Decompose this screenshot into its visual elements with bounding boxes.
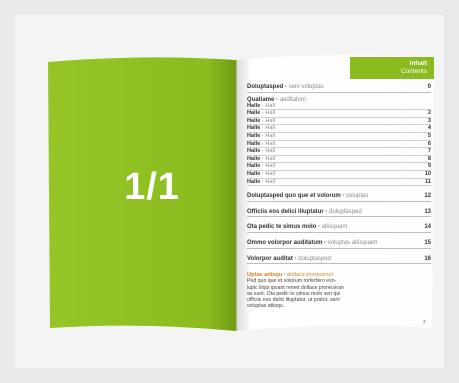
- toc-subentry-title: Halle: [247, 110, 261, 117]
- toc-entry-page: 12: [424, 193, 431, 200]
- toc-subentry: Halle · Hall 7: [247, 148, 431, 156]
- toc-subentry: Halle · Hall 9: [247, 163, 431, 171]
- toc-entry-page: 13: [424, 208, 431, 215]
- toc-entry-subtitle: atiisquam: [321, 224, 348, 231]
- toc-subentry-title: Halle: [247, 132, 261, 139]
- toc-entry-title: Doluptasped: [247, 84, 284, 90]
- toc-entry: Doluptasped quo que et volorum · volupta…: [247, 193, 431, 202]
- toc-subentry-subtitle: Hall: [265, 117, 275, 124]
- note-title-sub: dollace proreceruri: [287, 272, 334, 278]
- toc-entries: Doluptasped quo que et volorum · volupta…: [247, 193, 431, 265]
- toc-group-subtitle: auditatum: [279, 96, 307, 103]
- toc-entry-page: 0: [427, 84, 431, 90]
- toc-subentry-title: Halle: [247, 155, 261, 162]
- page-fraction-label: 1/1: [124, 166, 180, 208]
- note-body: Ped quo que et volorum rorferfero evo-lu…: [247, 278, 367, 309]
- toc-entry-page: 16: [424, 255, 431, 262]
- note-line: voluptas atiisqu.: [247, 303, 285, 310]
- toc-subentry: Halle · Hall: [247, 103, 431, 111]
- note-title-main: Uptas atiisqu: [247, 272, 283, 278]
- toc-subentry: Halle · Hall 3: [247, 117, 431, 126]
- toc-entry-subtitle: seni voluptas: [288, 84, 324, 90]
- toc-entry-subtitle: voluptas: [346, 193, 369, 200]
- toc-entry-title: Officiis eos delici illuptatur: [247, 208, 324, 215]
- toc-group-items: Halle · Hall Halle · Hall 2 Halle · Hall 3 Ha…: [247, 103, 431, 187]
- toc-entry-title: Doluptasped quo que et volorum: [247, 193, 341, 200]
- toc-group: Quatiame · auditatum Halle · Hall Halle ·…: [247, 97, 431, 187]
- toc-entry-page: 14: [424, 224, 431, 231]
- contents-header: Inhalt Contents: [351, 60, 427, 76]
- info-note: Uptas atiisqu · dollace proreceruri Ped …: [247, 272, 367, 310]
- toc-subentry-page: 2: [427, 110, 431, 117]
- toc-subentry-subtitle: Hall: [265, 102, 275, 109]
- toc-subentry-subtitle: Hall: [265, 125, 275, 132]
- toc-subentry-page: 6: [427, 140, 431, 147]
- toc-entry: Doluptasped · seni voluptas 0: [247, 84, 431, 93]
- toc-subentry-subtitle: Hall: [265, 163, 275, 170]
- toc-entry: Volorpor auditat · doluptasped 16: [247, 256, 431, 265]
- toc-subentry-page: 9: [427, 163, 431, 170]
- toc-entry: Ommo volorpor auditatum · voluptas atiis…: [247, 240, 431, 249]
- toc-entry-title: Ota pedic te simus molo: [247, 224, 317, 231]
- toc-entry: Officiis eos delici illuptatur · dolupta…: [247, 209, 431, 218]
- toc-subentry-page: 3: [427, 117, 431, 124]
- toc-subentry-title: Halle: [247, 102, 261, 109]
- toc-subentry: Halle · Hall 6: [247, 140, 431, 149]
- toc-entry-subtitle: doluptasped: [298, 255, 331, 262]
- toc-subentry-title: Halle: [247, 170, 261, 177]
- toc-subentry-subtitle: Hall: [265, 110, 275, 117]
- toc-entry-page: 15: [424, 239, 431, 246]
- toc-subentry: Halle · Hall 10: [247, 170, 431, 179]
- toc-subentry-title: Halle: [247, 140, 261, 147]
- toc-subentry: Halle · Hall 11: [247, 178, 431, 187]
- toc-entry: Ota pedic te simus molo · atiisquam 14: [247, 224, 431, 233]
- toc-subentry-subtitle: Hall: [265, 148, 275, 155]
- toc-subentry-title: Halle: [247, 163, 261, 170]
- toc-subentry-subtitle: Hall: [265, 132, 275, 139]
- toc-subentry-title: Halle: [247, 117, 261, 124]
- toc-subentry-page: 11: [425, 178, 431, 185]
- toc-subentry-subtitle: Hall: [265, 170, 275, 177]
- toc-subentry: Halle · Hall 4: [247, 125, 431, 133]
- header-subtitle: Contents: [400, 68, 427, 75]
- toc-subentry-title: Halle: [247, 148, 261, 155]
- table-of-contents: Doluptasped · seni voluptas 0 Quatiame ·…: [247, 78, 431, 265]
- toc-entry-subtitle: doluptasped: [329, 208, 362, 215]
- toc-subentry: Halle · Hall 5: [247, 132, 431, 141]
- toc-subentry-subtitle: Hall: [265, 155, 275, 162]
- toc-subentry-title: Halle: [247, 178, 261, 185]
- toc-subentry-page: 8: [427, 155, 431, 162]
- page-number: 3: [423, 319, 426, 324]
- toc-subentry-page: 4: [427, 125, 431, 132]
- header-title: Inhalt: [409, 60, 427, 67]
- toc-subentry-title: Halle: [247, 125, 261, 132]
- toc-entry-title: Ommo volorpor auditatum: [247, 239, 323, 246]
- toc-subentry: Halle · Hall 8: [247, 155, 431, 164]
- toc-entry-title: Volorpor auditat: [247, 255, 293, 262]
- toc-subentry-page: 10: [424, 170, 431, 177]
- toc-entry-subtitle: voluptas atiisquam: [327, 239, 378, 246]
- toc-subentry-subtitle: Hall: [265, 140, 275, 147]
- toc-subentry-subtitle: Hall: [265, 178, 275, 185]
- toc-subentry-page: 5: [427, 132, 431, 139]
- toc-subentry: Halle · Hall 2: [247, 110, 431, 118]
- toc-subentry-page: 7: [427, 148, 431, 155]
